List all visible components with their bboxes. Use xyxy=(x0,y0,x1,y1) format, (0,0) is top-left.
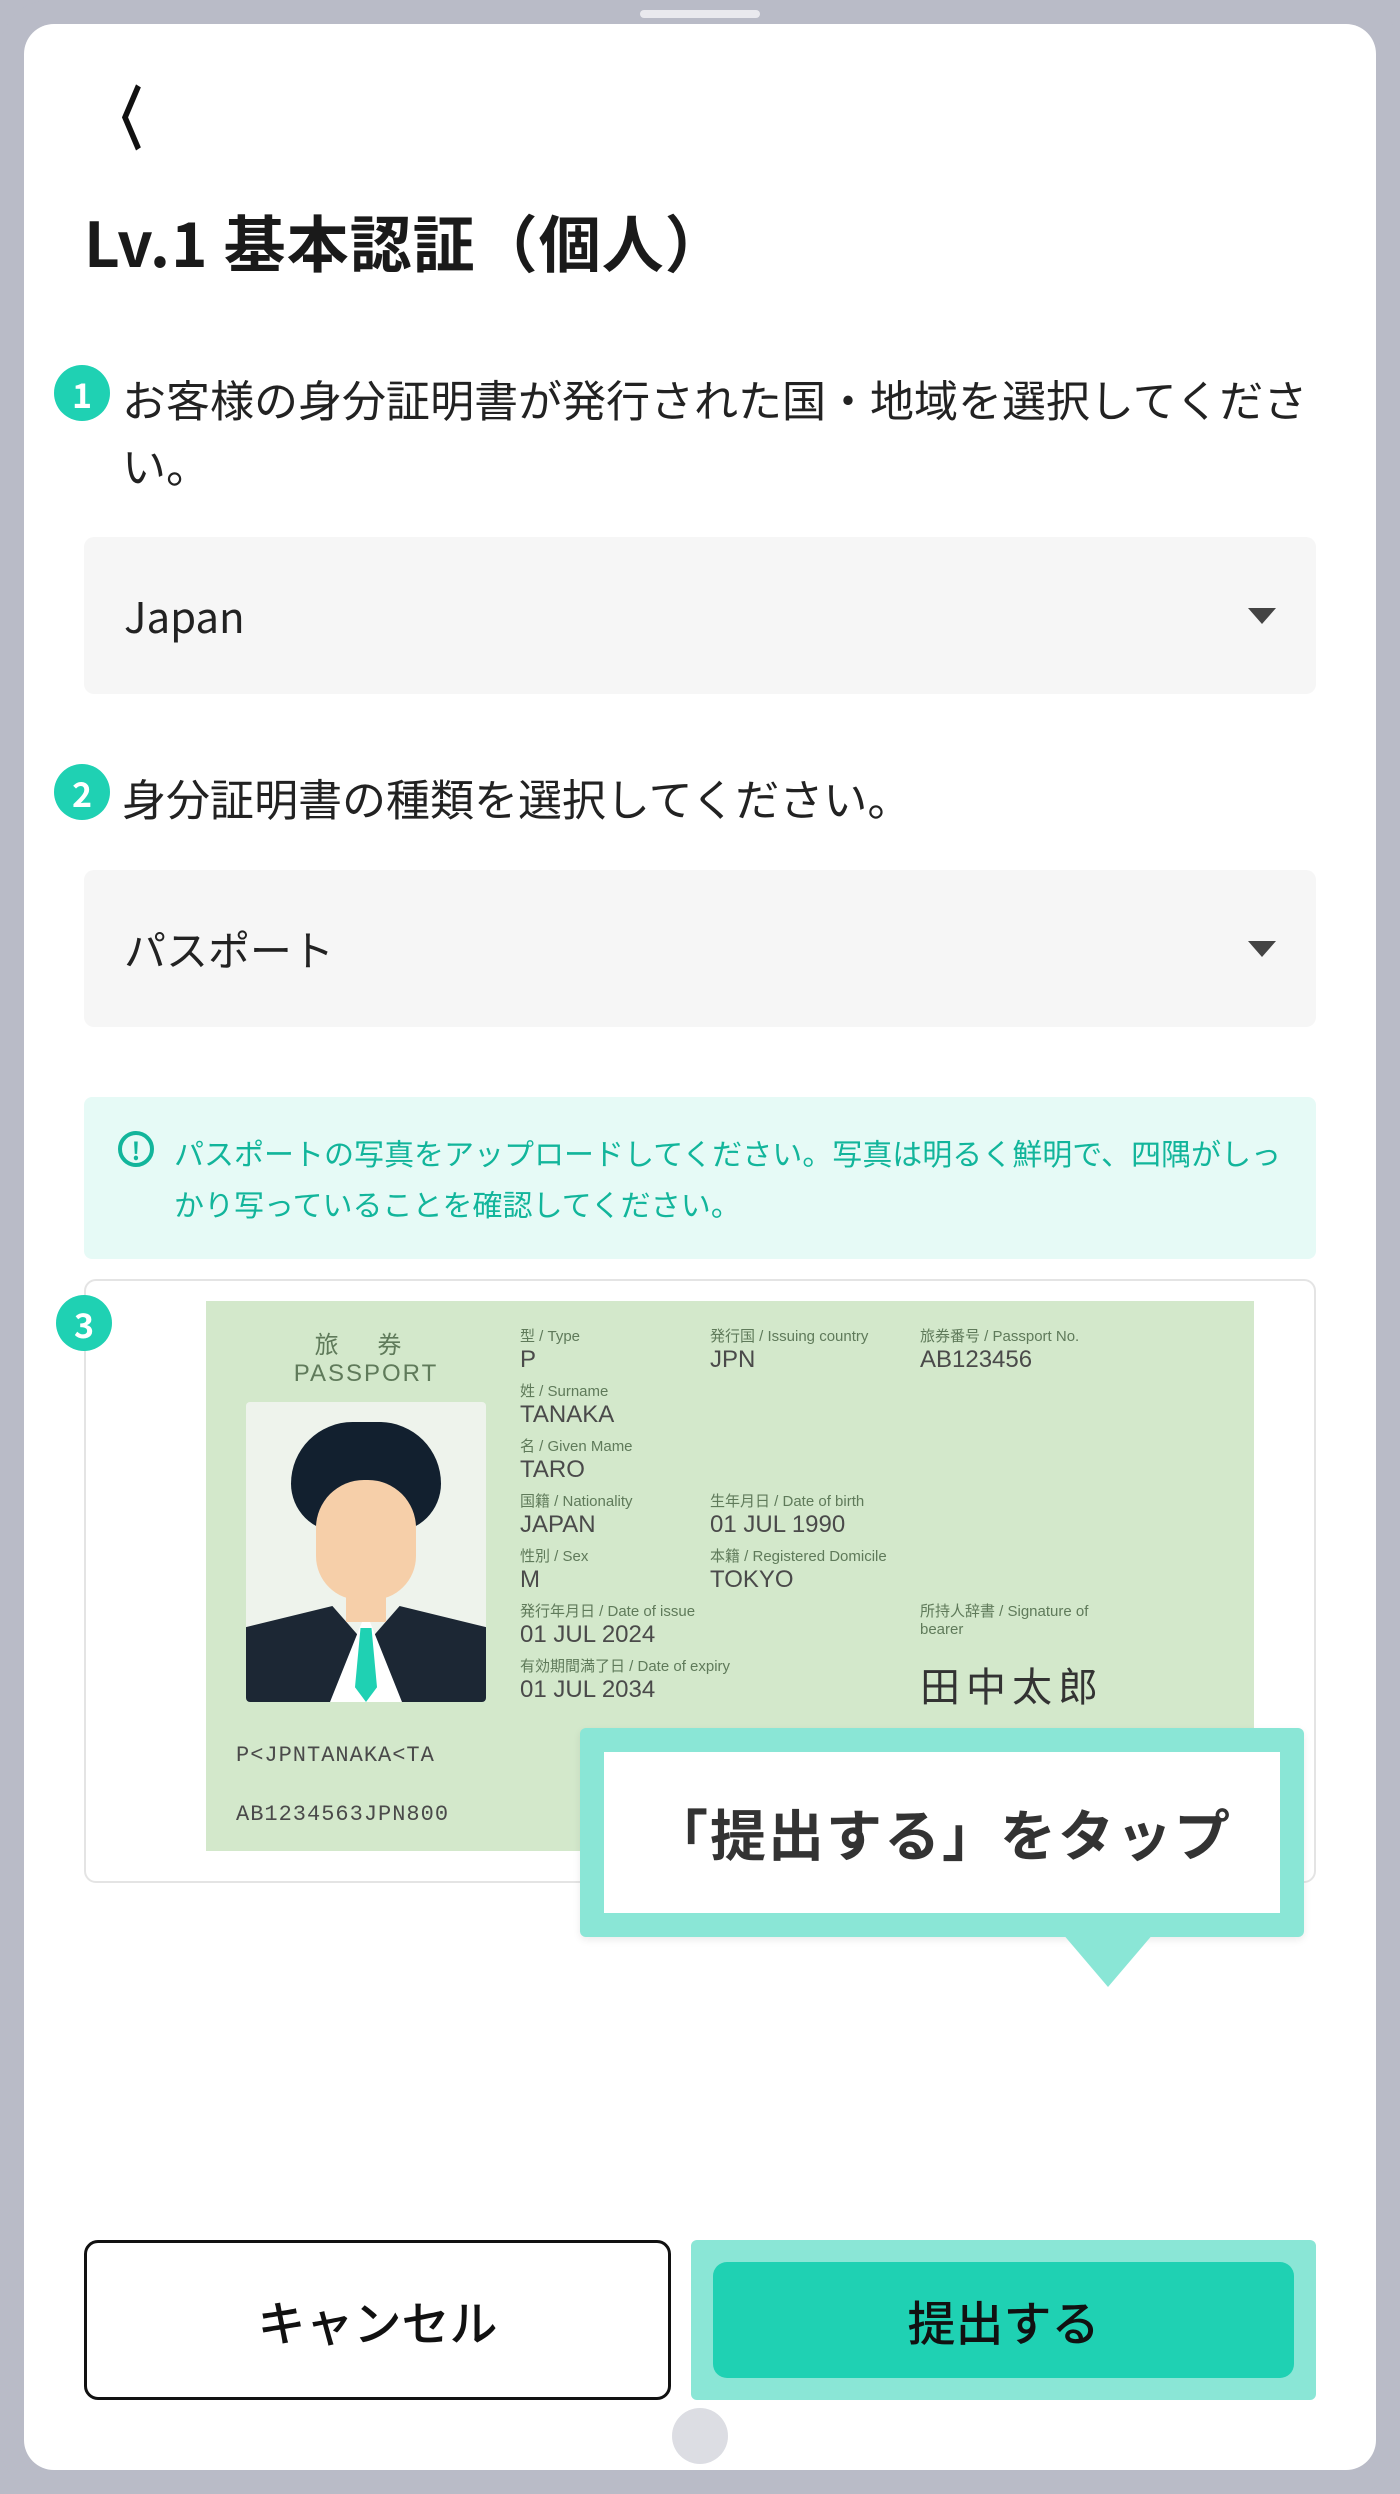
step-2: 2 身分証明書の種類を選択してください。 xyxy=(84,764,1316,830)
chevron-down-icon xyxy=(1248,608,1276,624)
chevron-down-icon xyxy=(1248,941,1276,957)
submit-button[interactable]: 提出する xyxy=(713,2262,1294,2378)
callout-text: 「提出する」をタップ xyxy=(652,1792,1232,1873)
back-button[interactable]: 〈 xyxy=(95,64,144,165)
submit-highlight: 提出する xyxy=(691,2240,1316,2400)
step-1: 1 お客様の身分証明書が発行された国・地域を選択してください。 xyxy=(84,365,1316,497)
home-button[interactable] xyxy=(672,2408,728,2464)
step-badge-3: 3 xyxy=(56,1295,112,1351)
step-badge-1: 1 xyxy=(54,365,110,421)
passport-photo xyxy=(246,1402,486,1702)
action-bar: キャンセル 提出する xyxy=(84,2240,1316,2400)
callout-arrow-icon xyxy=(1062,1933,1154,1987)
info-text: パスポートの写真をアップロードしてください。写真は明るく鮮明で、四隅がしっかり写… xyxy=(174,1127,1282,1229)
step-badge-2: 2 xyxy=(54,764,110,820)
passport-signature: 田中太郎 xyxy=(920,1655,1120,1713)
step-2-text: 身分証明書の種類を選択してください。 xyxy=(122,764,911,830)
device-notch xyxy=(640,10,760,18)
passport-header-en: PASSPORT xyxy=(236,1360,496,1388)
doc-type-select[interactable]: パスポート xyxy=(84,870,1316,1027)
cancel-button[interactable]: キャンセル xyxy=(84,2240,671,2400)
device-frame: 〈 Lv.1 基本認証（個人） 1 お客様の身分証明書が発行された国・地域を選択… xyxy=(0,0,1400,2494)
instruction-callout: 「提出する」をタップ xyxy=(580,1728,1304,1937)
step-1-text: お客様の身分証明書が発行された国・地域を選択してください。 xyxy=(122,365,1316,497)
passport-header-jp: 旅 券 xyxy=(236,1325,496,1360)
country-select[interactable]: Japan xyxy=(84,537,1316,694)
country-select-value: Japan xyxy=(124,585,245,646)
doc-type-select-value: パスポート xyxy=(124,918,334,979)
page-title: Lv.1 基本認証（個人） xyxy=(84,195,1316,285)
info-icon: ! xyxy=(118,1131,154,1167)
info-banner: ! パスポートの写真をアップロードしてください。写真は明るく鮮明で、四隅がしっか… xyxy=(84,1097,1316,1259)
app-screen: 〈 Lv.1 基本認証（個人） 1 お客様の身分証明書が発行された国・地域を選択… xyxy=(24,24,1376,2470)
upload-area[interactable]: 3 旅 券 PASSPORT 型 / TypeP 発行国 / Issuing c… xyxy=(84,1279,1316,1883)
